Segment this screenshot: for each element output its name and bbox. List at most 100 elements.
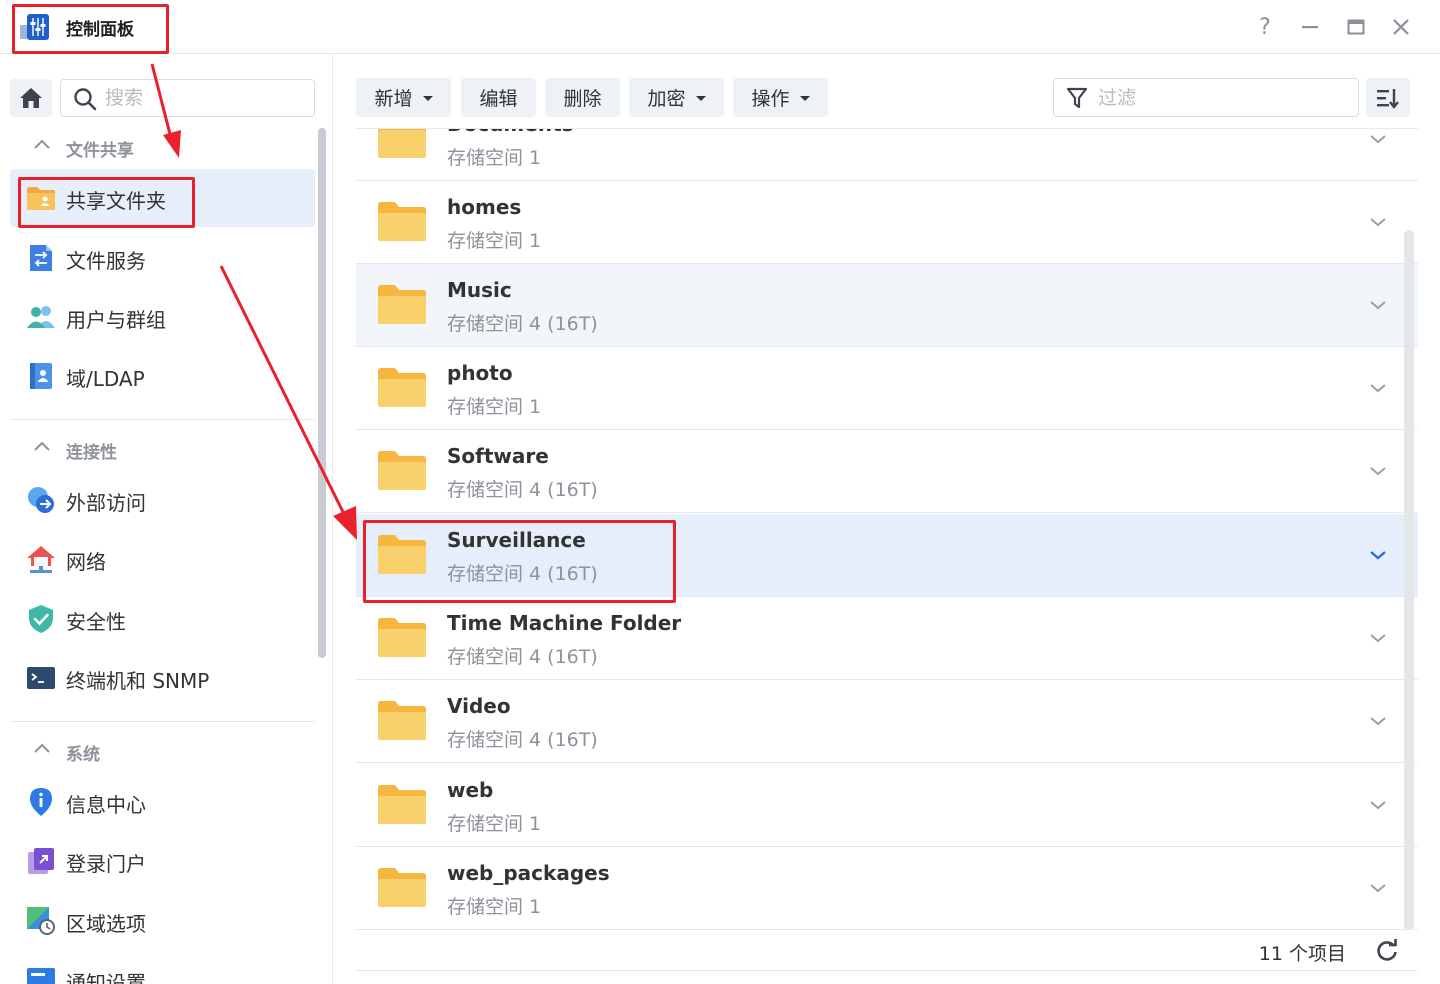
delete-button[interactable]: 删除 — [545, 78, 620, 117]
sidebar-item-network[interactable]: 网络 — [10, 530, 315, 588]
chevron-down-icon[interactable] — [1366, 711, 1390, 731]
chevron-down-icon[interactable] — [1366, 295, 1390, 315]
title-bar: 控制面板 ? — [0, 0, 1440, 54]
folder-volume: 存储空间 1 — [447, 896, 542, 918]
section-divider — [10, 419, 315, 420]
home-button[interactable] — [10, 79, 52, 117]
folder-volume: 存储空间 4 (16T) — [447, 563, 598, 585]
sidebar-item-external-access[interactable]: 外部访问 — [10, 471, 315, 529]
sidebar-item-label: 外部访问 — [66, 491, 146, 515]
folder-row[interactable]: web 存储空间 1 — [356, 764, 1418, 847]
section-label: 文件共享 — [66, 141, 134, 161]
sidebar-item-label: 通知设置 — [66, 971, 146, 984]
sidebar-item-label: 安全性 — [66, 610, 126, 634]
folder-name: Documents — [447, 129, 574, 136]
sidebar-item-notification[interactable]: 通知设置 — [10, 951, 315, 984]
section-connectivity[interactable]: 连接性 — [0, 430, 315, 466]
sidebar-item-file-services[interactable]: 文件服务 — [10, 229, 315, 287]
notification-icon — [27, 968, 55, 984]
folder-name: homes — [447, 195, 522, 219]
folder-volume: 存储空间 1 — [447, 813, 542, 835]
encrypt-button-label: 加密 — [647, 88, 686, 110]
chevron-up-icon — [34, 441, 50, 451]
sidebar-item-users-groups[interactable]: 用户与群组 — [10, 288, 315, 346]
sidebar-item-label: 网络 — [66, 550, 106, 574]
filter-input[interactable] — [1098, 86, 1348, 110]
folder-icon — [378, 785, 426, 824]
close-button[interactable] — [1386, 12, 1416, 42]
sidebar-scrollbar[interactable] — [318, 128, 326, 658]
folder-volume: 存储空间 1 — [447, 147, 542, 169]
folder-row[interactable]: Time Machine Folder 存储空间 4 (16T) — [356, 597, 1418, 680]
action-button[interactable]: 操作 — [733, 78, 828, 117]
section-divider — [10, 721, 315, 722]
sidebar-item-terminal-snmp[interactable]: 终端机和 SNMP — [10, 649, 315, 707]
sidebar-item-regional-options[interactable]: 区域选项 — [10, 892, 315, 950]
chevron-down-icon[interactable] — [1366, 878, 1390, 898]
create-button[interactable]: 新增 — [356, 78, 451, 117]
folder-icon — [378, 701, 426, 740]
chevron-down-icon[interactable] — [1366, 628, 1390, 648]
folder-name: Software — [447, 444, 549, 468]
chevron-down-icon[interactable] — [1366, 795, 1390, 815]
folder-row[interactable]: web_packages 存储空间 1 — [356, 847, 1418, 930]
folder-row[interactable]: Software 存储空间 4 (16T) — [356, 430, 1418, 513]
folder-row[interactable]: Music 存储空间 4 (16T) — [356, 264, 1418, 347]
folder-row[interactable]: photo 存储空间 1 — [356, 347, 1418, 430]
folder-volume: 存储空间 4 (16T) — [447, 479, 598, 501]
chevron-down-icon[interactable] — [1366, 461, 1390, 481]
folder-icon — [378, 535, 426, 574]
minimize-button[interactable] — [1295, 12, 1325, 42]
encrypt-button[interactable]: 加密 — [629, 78, 724, 117]
section-file-sharing[interactable]: 文件共享 — [0, 128, 315, 164]
search-input[interactable] — [105, 86, 305, 110]
section-system[interactable]: 系统 — [0, 732, 315, 768]
sidebar-item-domain-ldap[interactable]: 域/LDAP — [10, 347, 315, 405]
chevron-down-icon[interactable] — [1366, 129, 1390, 149]
edit-button[interactable]: 编辑 — [461, 78, 536, 117]
login-portal-icon — [28, 848, 54, 874]
chevron-down-icon[interactable] — [1366, 378, 1390, 398]
folder-icon — [378, 368, 426, 407]
sidebar-item-security[interactable]: 安全性 — [10, 590, 315, 648]
folder-name: web_packages — [447, 861, 610, 885]
sidebar-item-info-center[interactable]: 信息中心 — [10, 773, 315, 831]
folder-volume: 存储空间 4 (16T) — [447, 646, 598, 668]
folder-volume: 存储空间 4 (16T) — [447, 313, 598, 335]
list-scrollbar[interactable] — [1404, 230, 1414, 930]
search-icon — [74, 88, 97, 111]
sidebar-search[interactable] — [60, 79, 315, 117]
refresh-icon[interactable] — [1374, 938, 1400, 964]
folder-row[interactable]: Video 存储空间 4 (16T) — [356, 680, 1418, 763]
folder-row-selected[interactable]: Surveillance 存储空间 4 (16T) — [356, 514, 1418, 597]
help-button[interactable]: ? — [1250, 12, 1280, 42]
list-footer: 11 个项目 — [356, 931, 1418, 971]
folder-name: Surveillance — [447, 528, 586, 552]
sidebar-item-label: 域/LDAP — [66, 367, 145, 391]
caret-down-icon — [422, 96, 433, 101]
chevron-up-icon — [34, 139, 50, 149]
maximize-button[interactable] — [1341, 12, 1371, 42]
folder-volume: 存储空间 4 (16T) — [447, 729, 598, 751]
domain-ldap-icon — [30, 363, 52, 389]
filter-field[interactable] — [1053, 78, 1359, 117]
sort-icon — [1377, 88, 1399, 109]
sidebar-item-login-portal[interactable]: 登录门户 — [10, 832, 315, 890]
sidebar-item-label: 共享文件夹 — [66, 189, 166, 213]
sidebar: 文件共享 共享文件夹 文件服务 用户与群组 — [0, 55, 333, 984]
control-panel-app-icon — [20, 13, 50, 41]
chevron-down-icon[interactable] — [1366, 545, 1390, 565]
edit-button-label: 编辑 — [479, 88, 518, 110]
folder-row[interactable]: homes 存储空间 1 — [356, 181, 1418, 264]
folder-row[interactable]: Documents 存储空间 1 — [356, 129, 1418, 181]
sort-button[interactable] — [1366, 78, 1410, 117]
folder-icon — [378, 129, 426, 158]
folder-name: photo — [447, 361, 513, 385]
window-title: 控制面板 — [66, 20, 134, 40]
folder-icon — [378, 451, 426, 490]
minimize-icon — [1302, 26, 1318, 29]
section-label: 系统 — [66, 745, 100, 765]
chevron-down-icon[interactable] — [1366, 212, 1390, 232]
caret-down-icon — [799, 96, 810, 101]
sidebar-item-shared-folder[interactable]: 共享文件夹 — [10, 169, 315, 227]
